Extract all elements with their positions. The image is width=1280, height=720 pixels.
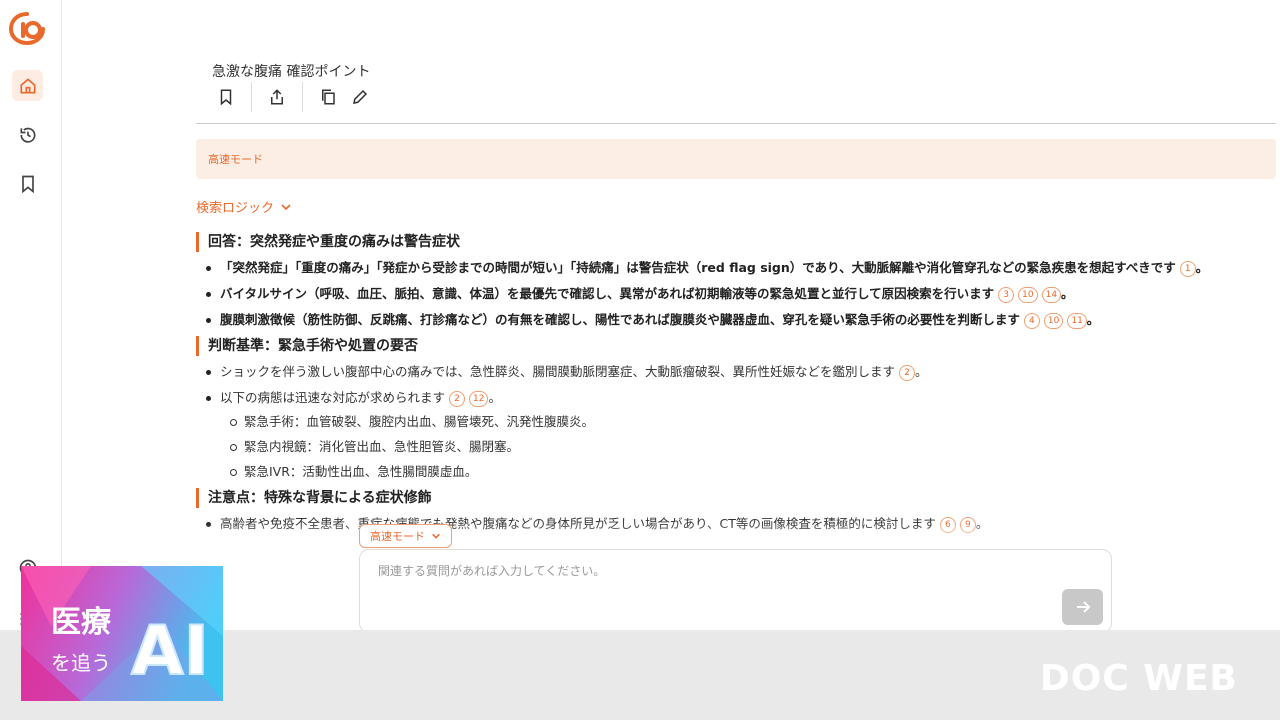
list-item-tail: 。 xyxy=(1195,260,1209,275)
list-item-tail: 。 xyxy=(488,390,501,405)
copy-button[interactable] xyxy=(312,82,344,112)
list-item-text: 「突然発症」「重度の痛み」「発症から受診までの時間が短い」「持続痛」は警告症状（… xyxy=(220,260,1176,275)
sub-list-item: 緊急手術：血管破裂、腹腔内出血、腸管壊死、汎発性腹膜炎。 xyxy=(230,412,1276,432)
promo-text-main: 医療 xyxy=(51,605,111,640)
section-heading: 注意点：特殊な背景による症状修飾 xyxy=(196,488,1276,508)
reference-badge[interactable]: 3 xyxy=(998,286,1015,303)
sub-list: 緊急手術：血管破裂、腹腔内出血、腸管壊死、汎発性腹膜炎。 緊急内視鏡：消化管出血、… xyxy=(230,412,1276,482)
list-item-text: ショックを伴う激しい腹部中心の痛みでは、急性膵炎、腸間膜動脈閉塞症、大動脈瘤破裂… xyxy=(220,364,896,379)
edit-button[interactable] xyxy=(344,82,376,112)
share-icon xyxy=(271,89,283,105)
promo-text-ai: AI xyxy=(131,612,209,691)
section-heading: 判断基準：緊急手術や処置の要否 xyxy=(196,336,1276,356)
share-button[interactable] xyxy=(261,82,293,112)
reference-badge[interactable]: 10 xyxy=(1043,312,1064,329)
answer-section: 注意点：特殊な背景による症状修飾高齢者や免疫不全患者、重症な病態でも発熱や腹痛な… xyxy=(196,488,1276,534)
list-item-text: バイタルサイン（呼吸、血圧、脈拍、意識、体温）を最優先で確認し、異常があれば初期… xyxy=(220,286,995,301)
list-item-tail: 。 xyxy=(1086,312,1100,327)
answer-section: 判断基準：緊急手術や処置の要否ショックを伴う激しい腹部中心の痛みでは、急性膵炎、… xyxy=(196,336,1276,482)
nav-bookmarks[interactable] xyxy=(12,168,43,199)
bookmark-button[interactable] xyxy=(210,82,242,112)
sub-list-item: 緊急IVR：活動性出血、急性腸間膜虚血。 xyxy=(230,462,1276,482)
question-input-box xyxy=(359,549,1112,633)
chevron-down-icon xyxy=(432,533,440,539)
toolbar-divider xyxy=(251,82,252,112)
header-divider xyxy=(196,123,1276,124)
mode-banner-label: 高速モード xyxy=(208,153,263,166)
section-heading: 回答：突然発症や重度の痛みは警告症状 xyxy=(196,232,1276,252)
copy-icon xyxy=(322,89,335,105)
promo-text-sub: を追う xyxy=(51,651,111,675)
reference-badge[interactable]: 11 xyxy=(1067,312,1087,329)
list-item-text: 高齢者や免疫不全患者、重症な病態でも発熱や腹痛などの身体所見が乏しい場合があり、… xyxy=(220,516,936,531)
reference-badge[interactable]: 14 xyxy=(1041,286,1062,303)
arrow-right-icon xyxy=(1076,601,1090,613)
answer-content: 回答：突然発症や重度の痛みは警告症状「突然発症」「重度の痛み」「発症から受診まで… xyxy=(196,232,1276,540)
reference-badge[interactable]: 4 xyxy=(1023,312,1040,329)
promo-graphic: 医療 を追う AI xyxy=(21,566,223,701)
reference-badge[interactable]: 10 xyxy=(1018,286,1038,303)
list-item: 以下の病態は迅速な対応が求められます 2 12。緊急手術：血管破裂、腹腔内出血、腸管… xyxy=(204,388,1276,482)
reference-badge[interactable]: 9 xyxy=(959,516,976,533)
search-logic-label: 検索ロジック xyxy=(196,201,275,216)
page-title: 急激な腹痛 確認ポイント xyxy=(212,64,371,80)
reference-badge[interactable]: 6 xyxy=(939,516,956,533)
history-icon xyxy=(19,127,35,143)
toolbar-divider xyxy=(302,82,303,112)
answer-section: 回答：突然発症や重度の痛みは警告症状「突然発症」「重度の痛み」「発症から受診まで… xyxy=(196,232,1276,330)
send-button[interactable] xyxy=(1062,589,1103,625)
question-input[interactable] xyxy=(378,564,1058,578)
bullet-list: ショックを伴う激しい腹部中心の痛みでは、急性膵炎、腸間膜動脈閉塞症、大動脈瘤破裂… xyxy=(204,362,1276,482)
bookmark-icon xyxy=(21,175,34,193)
reference-badge[interactable]: 2 xyxy=(899,364,916,381)
promo-image: 医療 を追う AI xyxy=(21,566,223,701)
pencil-icon xyxy=(353,89,368,104)
reference-badge[interactable]: 1 xyxy=(1179,260,1196,277)
chevron-down-icon xyxy=(281,203,291,210)
nav-home[interactable] xyxy=(12,70,43,101)
list-item-tail: 。 xyxy=(1061,286,1074,301)
bookmark-icon xyxy=(220,89,232,106)
list-item-tail: 。 xyxy=(915,364,928,379)
sidebar xyxy=(0,0,62,630)
reference-badge[interactable]: 2 xyxy=(449,390,466,407)
bullet-list: 「突然発症」「重度の痛み」「発症から受診までの時間が短い」「持続痛」は警告症状（… xyxy=(204,258,1276,330)
brand-logo: DOC WEB xyxy=(1039,658,1238,699)
list-item-text: 腹膜刺激徴候（筋性防御、反跳痛、打診痛など）の有無を確認し、陽性であれば腹膜炎や… xyxy=(220,312,1020,327)
list-item: 「突然発症」「重度の痛み」「発症から受診までの時間が短い」「持続痛」は警告症状（… xyxy=(204,258,1276,278)
mode-selector-label: 高速モード xyxy=(370,530,425,543)
list-item: ショックを伴う激しい腹部中心の痛みでは、急性膵炎、腸間膜動脈閉塞症、大動脈瘤破裂… xyxy=(204,362,1276,382)
list-item: バイタルサイン（呼吸、血圧、脈拍、意識、体温）を最優先で確認し、異常があれば初期… xyxy=(204,284,1276,304)
mode-selector[interactable]: 高速モード xyxy=(359,524,452,548)
reference-badge[interactable]: 12 xyxy=(469,390,489,407)
list-item-text: 以下の病態は迅速な対応が求められます xyxy=(220,390,446,405)
search-logic-toggle[interactable]: 検索ロジック xyxy=(196,197,292,216)
main-content: 急激な腹痛 確認ポイント 高速モード 検索ロジック 回答：突然発症や重度の痛みは… xyxy=(62,0,1280,630)
mode-banner: 高速モード xyxy=(196,139,1276,179)
sub-list-item: 緊急内視鏡：消化管出血、急性胆管炎、腸閉塞。 xyxy=(230,437,1276,457)
toolbar xyxy=(210,82,376,112)
list-item: 腹膜刺激徴候（筋性防御、反跳痛、打診痛など）の有無を確認し、陽性であれば腹膜炎や… xyxy=(204,310,1276,330)
list-item-tail: 。 xyxy=(975,516,989,531)
app-logo-icon[interactable] xyxy=(9,10,45,46)
home-icon xyxy=(20,77,35,93)
nav-history[interactable] xyxy=(12,119,43,150)
